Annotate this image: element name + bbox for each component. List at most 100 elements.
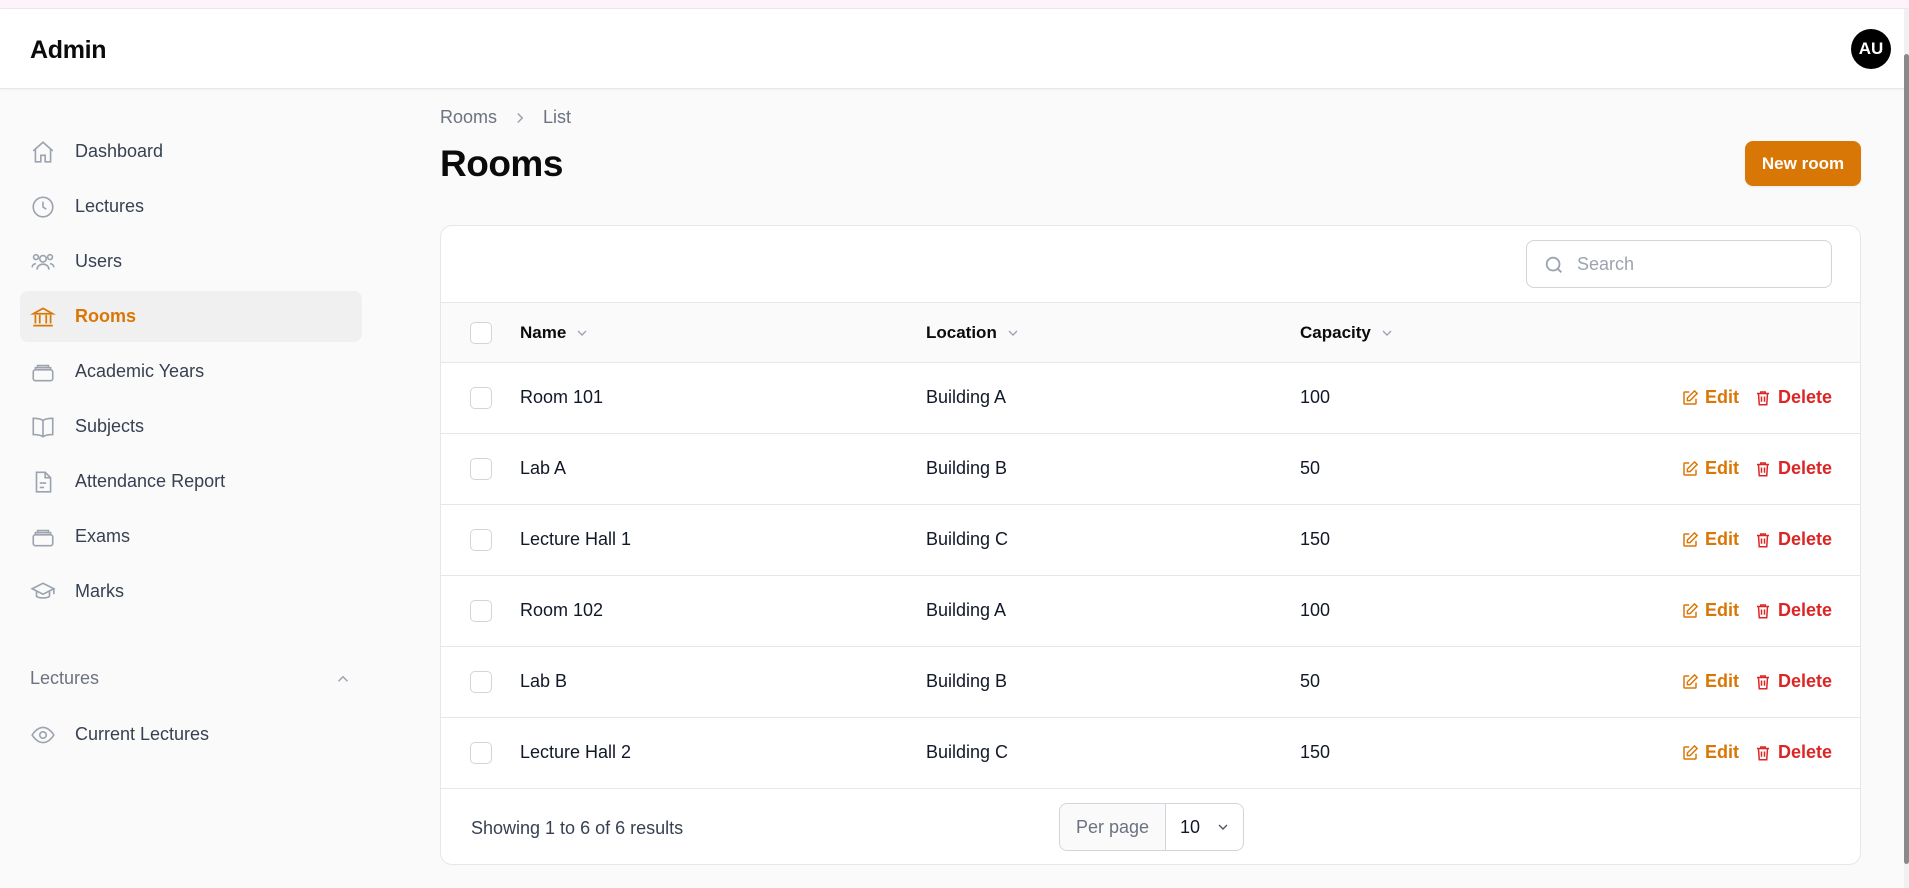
edit-button[interactable]: Edit xyxy=(1681,600,1739,621)
chevron-down-icon xyxy=(1005,325,1021,341)
cell-name: Room 102 xyxy=(520,600,604,620)
delete-button[interactable]: Delete xyxy=(1754,529,1832,550)
table-row: Lab A Building B 50 Edit Delete xyxy=(441,434,1860,505)
sidebar-item-dashboard[interactable]: Dashboard xyxy=(20,126,362,177)
pencil-square-icon xyxy=(1683,602,1699,618)
chevron-down-icon xyxy=(574,325,590,341)
cell-capacity: 100 xyxy=(1300,600,1331,620)
edit-label: Edit xyxy=(1705,742,1739,762)
row-checkbox[interactable] xyxy=(470,529,492,551)
trash-icon xyxy=(1757,603,1769,618)
sidebar-item-label: Subjects xyxy=(75,416,145,436)
column-header-label: Name xyxy=(520,323,567,342)
delete-button[interactable]: Delete xyxy=(1754,600,1832,621)
sidebar-item-label: Dashboard xyxy=(75,141,164,161)
row-checkbox[interactable] xyxy=(470,458,492,480)
cell-location: Building C xyxy=(926,529,1009,549)
edit-button[interactable]: Edit xyxy=(1681,529,1739,550)
chevron-right-icon xyxy=(511,109,529,127)
sidebar-item-current-lectures[interactable]: Current Lectures xyxy=(20,709,362,760)
edit-button[interactable]: Edit xyxy=(1681,458,1739,479)
per-page-value: 10 xyxy=(1180,816,1201,837)
page-scrollbar[interactable] xyxy=(1904,9,1909,888)
sidebar-item-label: Marks xyxy=(75,581,124,601)
row-checkbox[interactable] xyxy=(470,387,492,409)
breadcrumb-root[interactable]: Rooms xyxy=(440,107,497,128)
cell-capacity: 50 xyxy=(1300,671,1321,691)
pencil-square-icon xyxy=(1683,389,1699,405)
sidebar-item-exams[interactable]: Exams xyxy=(20,511,362,562)
delete-label: Delete xyxy=(1778,458,1833,478)
per-page-dropdown[interactable]: 10 xyxy=(1166,804,1243,850)
column-header-label: Location xyxy=(926,323,997,342)
sidebar-item-lectures[interactable]: Lectures xyxy=(20,181,362,232)
cell-capacity: 150 xyxy=(1300,529,1331,549)
table-row: Room 102 Building A 100 Edit Delete xyxy=(441,576,1860,647)
app-title: Admin xyxy=(30,36,107,64)
graduation-cap-icon xyxy=(30,579,56,605)
delete-label: Delete xyxy=(1778,742,1833,762)
search-input[interactable] xyxy=(1577,241,1817,287)
delete-button[interactable]: Delete xyxy=(1754,387,1832,408)
avatar[interactable]: AU xyxy=(1851,29,1891,69)
row-checkbox[interactable] xyxy=(470,600,492,622)
chevron-down-icon xyxy=(1218,824,1228,830)
sidebar-item-marks[interactable]: Marks xyxy=(20,566,362,617)
row-checkbox[interactable] xyxy=(470,742,492,764)
new-room-button[interactable]: New room xyxy=(1745,141,1861,186)
delete-label: Delete xyxy=(1778,529,1833,549)
delete-label: Delete xyxy=(1778,671,1833,691)
edit-label: Edit xyxy=(1705,671,1739,691)
home-icon xyxy=(30,139,56,165)
sidebar-item-academic-years[interactable]: Academic Years xyxy=(20,346,362,397)
cell-name: Lab B xyxy=(520,671,568,691)
column-header-name[interactable]: Name xyxy=(520,323,590,343)
table-header: Name Location Capacity xyxy=(441,302,1860,363)
sidebar-group-lectures[interactable]: Lectures xyxy=(20,664,362,694)
table-row: Lecture Hall 1 Building C 150 Edit Delet… xyxy=(441,505,1860,576)
edit-button[interactable]: Edit xyxy=(1681,387,1739,408)
sidebar-item-subjects[interactable]: Subjects xyxy=(20,401,362,452)
edit-button[interactable]: Edit xyxy=(1681,671,1739,692)
delete-button[interactable]: Delete xyxy=(1754,742,1832,763)
sidebar-item-label: Attendance Report xyxy=(75,471,226,491)
cell-location: Building A xyxy=(926,600,1007,620)
chevron-up-icon[interactable] xyxy=(334,670,352,688)
edit-button[interactable]: Edit xyxy=(1681,742,1739,763)
building-columns-icon xyxy=(29,304,57,330)
column-header-label: Capacity xyxy=(1300,323,1371,342)
sidebar-item-attendance-report[interactable]: Attendance Report xyxy=(20,456,362,507)
delete-button[interactable]: Delete xyxy=(1754,458,1832,479)
trash-icon xyxy=(1757,532,1769,547)
cell-location: Building C xyxy=(926,742,1009,762)
table-row: Lecture Hall 2 Building C 150 Edit Delet… xyxy=(441,718,1860,789)
row-checkbox[interactable] xyxy=(470,671,492,693)
book-open-icon xyxy=(30,414,56,440)
delete-label: Delete xyxy=(1778,600,1833,620)
scrollbar-thumb[interactable] xyxy=(1904,54,1909,864)
sidebar-item-users[interactable]: Users xyxy=(20,236,362,287)
cell-location: Building A xyxy=(926,387,1007,407)
stack-icon xyxy=(30,359,56,385)
sidebar-item-label: Rooms xyxy=(75,306,137,326)
pencil-square-icon xyxy=(1683,531,1699,547)
search-icon xyxy=(1543,254,1565,276)
sidebar-group-label: Lectures xyxy=(30,668,100,688)
sidebar-item-rooms[interactable]: Rooms xyxy=(20,291,362,342)
cell-location: Building B xyxy=(926,671,1008,691)
page-title: Rooms xyxy=(440,143,563,184)
cell-name: Room 101 xyxy=(520,387,604,407)
delete-label: Delete xyxy=(1778,387,1833,407)
table-row: Room 101 Building A 100 Edit Delete xyxy=(441,363,1860,434)
search-box[interactable] xyxy=(1526,240,1832,288)
sidebar: Dashboard Lectures Users Rooms Academic … xyxy=(20,126,362,621)
delete-button[interactable]: Delete xyxy=(1754,671,1832,692)
users-icon xyxy=(30,249,56,275)
column-header-location[interactable]: Location xyxy=(926,323,1021,343)
column-header-capacity[interactable]: Capacity xyxy=(1300,323,1395,343)
select-all-checkbox[interactable] xyxy=(470,322,492,344)
pencil-square-icon xyxy=(1683,673,1699,689)
per-page-select[interactable]: Per page 10 xyxy=(1059,803,1244,851)
edit-label: Edit xyxy=(1705,600,1739,620)
rooms-table-card: Name Location Capacity Room 101 Building… xyxy=(440,225,1861,865)
